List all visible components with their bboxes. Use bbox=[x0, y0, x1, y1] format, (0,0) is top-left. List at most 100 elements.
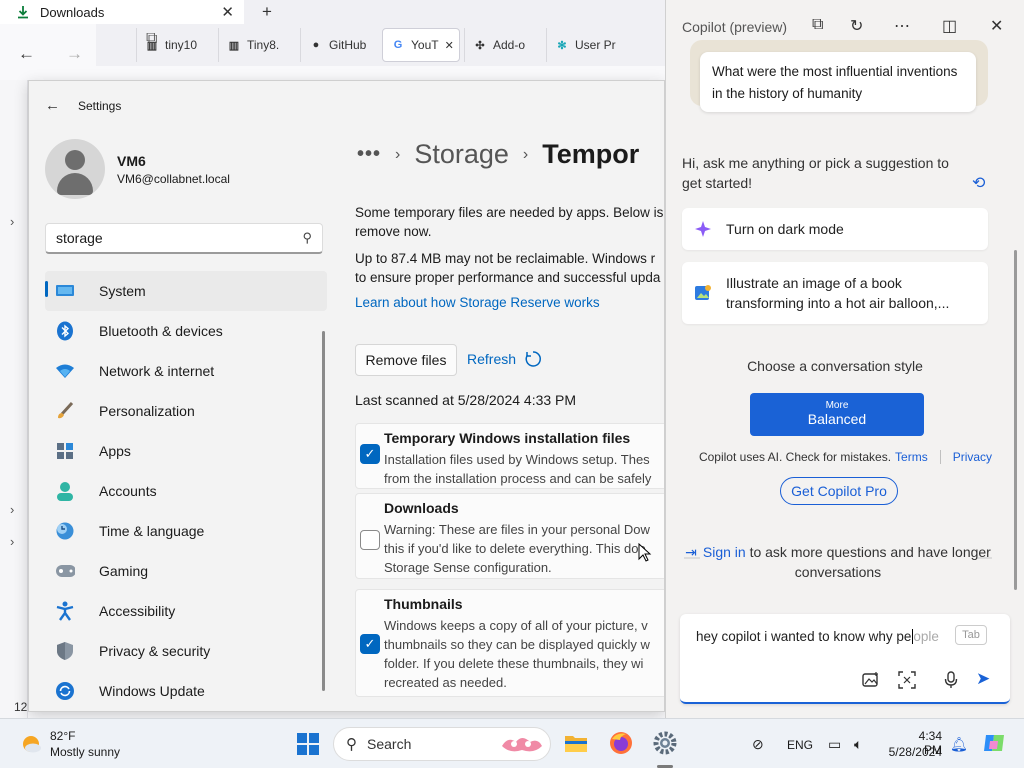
weather-desc[interactable]: Mostly sunny bbox=[50, 745, 120, 759]
terms-link[interactable]: Terms bbox=[895, 450, 928, 464]
copilot-scrollbar[interactable] bbox=[1014, 250, 1017, 590]
nav-item-network[interactable]: Network & internet bbox=[45, 351, 327, 391]
firefox-icon[interactable] bbox=[608, 730, 634, 756]
breadcrumb-storage[interactable]: Storage bbox=[414, 139, 509, 170]
nav-item-accounts[interactable]: Accounts bbox=[45, 471, 327, 511]
send-icon[interactable]: ➤ bbox=[976, 669, 990, 689]
nav-item-windows-update[interactable]: Windows Update bbox=[45, 671, 327, 711]
storage-reserve-link[interactable]: Learn about how Storage Reserve works bbox=[355, 295, 600, 310]
nav-item-personalization[interactable]: Personalization bbox=[45, 391, 327, 431]
checkbox-checked[interactable]: ✓ bbox=[360, 634, 380, 654]
reclaim-line: to ensure proper performance and success… bbox=[355, 270, 661, 285]
screenshot-icon[interactable] bbox=[898, 671, 916, 694]
new-suggestions-icon[interactable]: ⟲ bbox=[972, 173, 985, 193]
file-item-title: Downloads bbox=[384, 500, 459, 516]
refresh-icon[interactable]: ↻ bbox=[850, 16, 863, 36]
nav-item-apps[interactable]: Apps bbox=[45, 431, 327, 471]
open-external-icon[interactable]: ⧉ bbox=[812, 16, 823, 34]
nav-scrollbar[interactable] bbox=[322, 331, 325, 691]
conversation-style-balanced-button[interactable]: More Balanced bbox=[750, 393, 924, 436]
close-icon[interactable]: ✕ bbox=[221, 3, 234, 21]
new-tab-icon[interactable]: + bbox=[262, 2, 272, 22]
add-image-icon[interactable] bbox=[862, 671, 880, 694]
settings-nav: System Bluetooth & devices Network & int… bbox=[45, 271, 327, 711]
clock-date[interactable]: 5/28/2024 bbox=[882, 745, 942, 759]
checkbox-checked[interactable]: ✓ bbox=[360, 444, 380, 464]
chevron-right-icon[interactable]: › bbox=[10, 214, 14, 229]
forward-arrow-icon[interactable]: → bbox=[66, 44, 83, 64]
taskbar-search[interactable]: ⚲ Search bbox=[333, 727, 551, 761]
suggestion-chip-dark-mode[interactable]: Turn on dark mode bbox=[682, 208, 988, 250]
nav-item-privacy-security[interactable]: Privacy & security bbox=[45, 631, 327, 671]
bluetooth-icon bbox=[55, 321, 75, 341]
close-icon[interactable]: ✕ bbox=[445, 39, 454, 52]
gamepad-icon bbox=[55, 561, 75, 581]
tab-user-profile[interactable]: ✻ User Pr bbox=[546, 28, 624, 62]
more-icon[interactable]: ⋯ bbox=[894, 16, 910, 36]
tab-tiny8[interactable]: ▥ Tiny8. bbox=[218, 28, 296, 62]
volume-icon[interactable]: 🔈︎ bbox=[854, 736, 862, 753]
input-language[interactable]: ENG bbox=[787, 738, 813, 752]
chat-input-text[interactable]: hey copilot i wanted to know why pe ople bbox=[696, 629, 939, 644]
dock-icon[interactable]: ◫ bbox=[942, 16, 957, 36]
settings-gear-icon[interactable] bbox=[652, 730, 678, 756]
tab-strip-secondary: ▥ tiny10 ▥ Tiny8. ● GitHub G YouT ✕ ✣ Add-o ✻ U… bbox=[96, 24, 700, 66]
sparkle-icon bbox=[695, 221, 711, 237]
search-icon: ⚲ bbox=[346, 736, 357, 753]
back-arrow-icon[interactable]: ← bbox=[18, 44, 35, 64]
get-copilot-pro-button[interactable]: Get Copilot Pro bbox=[780, 477, 898, 505]
last-scanned: Last scanned at 5/28/2024 4:33 PM bbox=[355, 392, 577, 408]
copilot-icon[interactable] bbox=[982, 731, 1006, 755]
network-off-icon[interactable]: ⊘ bbox=[752, 736, 764, 753]
chevron-right-icon[interactable]: › bbox=[10, 534, 14, 549]
file-item-thumbnails: ✓ Thumbnails Windows keeps a copy of all… bbox=[355, 589, 664, 697]
refresh-button[interactable]: Refresh bbox=[467, 350, 542, 368]
storage-description: Some temporary files are needed by apps.… bbox=[355, 203, 664, 295]
signin-link[interactable]: Sign in bbox=[703, 544, 746, 560]
reclaim-line: Up to 87.4 MB may not be reclaimable. Wi… bbox=[355, 251, 656, 266]
brush-icon bbox=[55, 401, 75, 421]
windows-start-icon[interactable] bbox=[297, 733, 319, 755]
tab-overview-icon[interactable]: ⧉ bbox=[146, 30, 157, 48]
page-title: Tempor bbox=[542, 139, 640, 169]
microphone-icon[interactable] bbox=[944, 671, 958, 694]
monitor-icon[interactable]: ▭ bbox=[828, 736, 841, 753]
nav-item-system[interactable]: System bbox=[45, 271, 327, 311]
suggestion-card[interactable]: What were the most influential invention… bbox=[700, 52, 976, 112]
tab-addons[interactable]: ✣ Add-o bbox=[464, 28, 542, 62]
chevron-right-icon[interactable]: › bbox=[10, 502, 14, 517]
nav-item-gaming[interactable]: Gaming bbox=[45, 551, 327, 591]
chat-input[interactable]: hey copilot i wanted to know why pe ople … bbox=[680, 614, 1010, 704]
update-icon bbox=[55, 681, 75, 701]
tab-github[interactable]: ● GitHub bbox=[300, 28, 378, 62]
remove-files-button[interactable]: Remove files bbox=[355, 344, 457, 376]
notification-bell-icon[interactable]: 🔔︎ bbox=[950, 736, 968, 753]
nav-item-accessibility[interactable]: Accessibility bbox=[45, 591, 327, 631]
taskbar: 82°F Mostly sunny ⚲ Search ⊘ ENG ▭ 🔈︎ 4:… bbox=[0, 718, 1024, 768]
nav-item-time-language[interactable]: Time & language bbox=[45, 511, 327, 551]
file-item-title: Thumbnails bbox=[384, 596, 463, 612]
suggestion-chip-illustrate[interactable]: Illustrate an image of a book transformi… bbox=[682, 262, 988, 324]
google-icon: G bbox=[393, 39, 403, 51]
breadcrumb-overflow[interactable]: ••• bbox=[357, 143, 381, 166]
nav-item-bluetooth[interactable]: Bluetooth & devices bbox=[45, 311, 327, 351]
archive-icon: ▥ bbox=[228, 39, 240, 52]
weather-temp[interactable]: 82°F bbox=[50, 729, 75, 743]
search-icon[interactable]: ⚲ bbox=[302, 230, 312, 246]
privacy-link[interactable]: Privacy bbox=[953, 450, 992, 464]
settings-search-input[interactable]: storage ⚲ bbox=[45, 223, 323, 254]
tab-youtube[interactable]: G YouT ✕ bbox=[382, 28, 460, 62]
tab-downloads[interactable]: Downloads ✕ bbox=[0, 0, 244, 24]
back-arrow-icon[interactable]: ← bbox=[45, 97, 60, 114]
checkbox-unchecked[interactable] bbox=[360, 530, 380, 550]
close-icon[interactable]: ✕ bbox=[990, 16, 1003, 36]
disclaimer: Copilot uses AI. Check for mistakes. Ter… bbox=[666, 450, 1024, 464]
search-highlight-art-icon bbox=[502, 738, 542, 752]
intro-line: remove now. bbox=[355, 224, 432, 239]
snowflake-icon: ✻ bbox=[557, 39, 567, 52]
shield-icon bbox=[55, 641, 75, 661]
download-icon bbox=[18, 6, 28, 19]
sun-cloud-icon[interactable] bbox=[20, 733, 42, 755]
mouse-cursor-icon bbox=[638, 543, 652, 562]
file-explorer-icon[interactable] bbox=[563, 730, 589, 756]
